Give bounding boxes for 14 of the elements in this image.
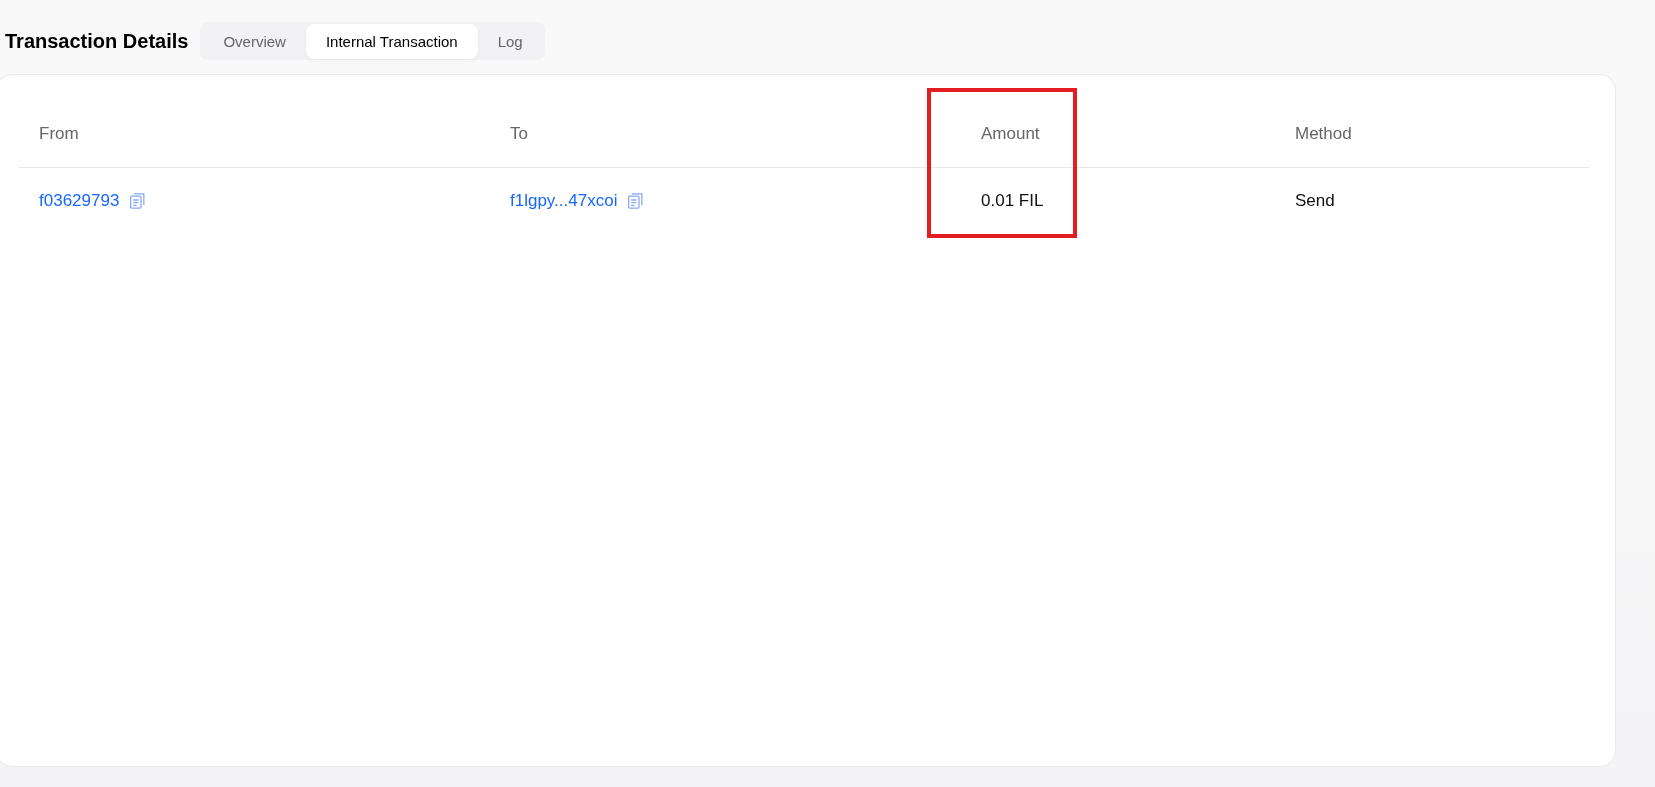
address-link[interactable]: f03629793 bbox=[39, 191, 120, 211]
column-header: To bbox=[510, 124, 528, 144]
page-title: Transaction Details bbox=[5, 29, 189, 53]
tab[interactable]: Internal Transaction bbox=[305, 23, 478, 59]
column-header: From bbox=[39, 124, 79, 144]
column-header: Amount bbox=[981, 124, 1040, 144]
copy-icon[interactable] bbox=[628, 193, 644, 209]
tab[interactable]: Log bbox=[477, 23, 543, 59]
table-cell: 0.01 FIL bbox=[981, 191, 1044, 211]
copy-icon[interactable] bbox=[130, 193, 146, 209]
tab[interactable]: Overview bbox=[203, 23, 306, 59]
table-cell: Send bbox=[1295, 191, 1335, 211]
column-header: Method bbox=[1295, 124, 1352, 144]
address-link[interactable]: f1lgpy...47xcoi bbox=[510, 191, 618, 211]
